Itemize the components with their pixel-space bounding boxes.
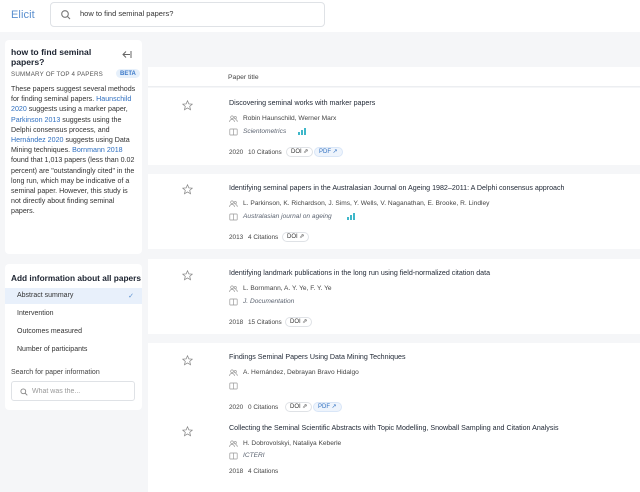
paper-info-search-box[interactable] xyxy=(11,381,135,401)
paper-year: 2018 xyxy=(229,468,244,475)
table-row[interactable]: Discovering seminal works with marker pa… xyxy=(148,88,640,165)
summary-label: SUMMARY OF TOP 4 PAPERS xyxy=(11,71,103,78)
people-icon xyxy=(229,369,238,377)
paper-info-search-label: Search for paper information xyxy=(11,369,100,376)
paper-info-search-input[interactable] xyxy=(32,386,130,397)
add-info-item-outcomes-measured[interactable]: Outcomes measured xyxy=(5,324,142,340)
people-icon xyxy=(229,115,238,123)
add-info-panel: Add information about all papers Abstrac… xyxy=(5,264,142,410)
results-table: Paper title Discovering seminal works wi… xyxy=(148,40,640,492)
summary-question: how to find seminal papers? xyxy=(11,47,92,67)
summary-text: These papers suggest several methods for… xyxy=(11,85,136,216)
pdf-link[interactable]: PDF ↗ xyxy=(313,402,342,412)
summary-panel: how to find seminal papers? SUMMARY OF T… xyxy=(5,40,142,285)
check-icon: ✓ xyxy=(128,293,134,300)
doi-link[interactable]: DOI ⇗ xyxy=(285,402,313,412)
doi-link[interactable]: DOI ⇗ xyxy=(285,317,313,327)
journal-rank-bars-icon xyxy=(347,212,357,220)
paper-title[interactable]: Collecting the Seminal Scientific Abstra… xyxy=(229,424,559,432)
search-box[interactable]: how to find seminal papers? xyxy=(50,2,325,27)
table-row[interactable]: Identifying seminal papers in the Austra… xyxy=(148,174,640,249)
journal-rank-bars-icon xyxy=(298,127,308,135)
top-bar: Elicit how to find seminal papers? xyxy=(0,0,640,32)
journal-icon xyxy=(229,382,238,390)
add-info-title: Add information about all papers xyxy=(11,273,141,283)
table-row[interactable]: Collecting the Seminal Scientific Abstra… xyxy=(148,414,640,492)
journal-icon xyxy=(229,128,238,136)
citation-count: 0 Citations xyxy=(248,404,279,411)
paper-title[interactable]: Identifying landmark publications in the… xyxy=(229,269,490,277)
citation-count: 4 Citations xyxy=(248,468,279,475)
paper-year: 2020 xyxy=(229,404,244,411)
summary-link-hernandez[interactable]: Hernández 2020 xyxy=(11,136,63,144)
star-icon[interactable] xyxy=(182,100,193,111)
paper-year: 2020 xyxy=(229,149,244,156)
search-icon xyxy=(20,388,28,396)
journal-icon xyxy=(229,298,238,306)
paper-title[interactable]: Findings Seminal Papers Using Data Minin… xyxy=(229,353,406,361)
people-icon xyxy=(229,285,238,293)
citation-count: 15 Citations xyxy=(248,319,282,326)
journal-icon xyxy=(229,452,238,460)
column-header-paper-title[interactable]: Paper title xyxy=(228,74,259,81)
people-icon xyxy=(229,440,238,448)
paper-title[interactable]: Identifying seminal papers in the Austra… xyxy=(229,184,564,192)
beta-badge: BETA xyxy=(116,69,140,78)
star-icon[interactable] xyxy=(182,184,193,195)
add-info-item-number-of-participants[interactable]: Number of participants xyxy=(5,342,142,358)
journal-icon xyxy=(229,213,238,221)
citation-count: 4 Citations xyxy=(248,234,279,241)
star-icon[interactable] xyxy=(182,270,193,281)
summary-link-bornmann[interactable]: Bornmann 2018 xyxy=(72,146,122,154)
star-icon[interactable] xyxy=(182,426,193,437)
add-info-item-abstract-summary[interactable]: Abstract summary ✓ xyxy=(5,288,142,304)
app-logo[interactable]: Elicit xyxy=(11,9,35,21)
search-input[interactable]: how to find seminal papers? xyxy=(80,9,173,18)
search-icon xyxy=(61,10,71,20)
citation-count: 10 Citations xyxy=(248,149,282,156)
star-icon[interactable] xyxy=(182,355,193,366)
table-row[interactable]: Findings Seminal Papers Using Data Minin… xyxy=(148,343,640,418)
add-info-item-intervention[interactable]: Intervention xyxy=(5,306,142,322)
doi-link[interactable]: DOI ⇗ xyxy=(282,232,310,242)
paper-year: 2013 xyxy=(229,234,244,241)
collapse-panel-icon[interactable] xyxy=(122,50,132,59)
table-row[interactable]: Identifying landmark publications in the… xyxy=(148,259,640,334)
pdf-link[interactable]: PDF ↗ xyxy=(314,147,343,157)
paper-title[interactable]: Discovering seminal works with marker pa… xyxy=(229,99,375,107)
table-header: Paper title xyxy=(148,67,640,87)
summary-link-parkinson[interactable]: Parkinson 2013 xyxy=(11,116,60,124)
paper-year: 2018 xyxy=(229,319,244,326)
doi-link[interactable]: DOI ⇗ xyxy=(286,147,314,157)
people-icon xyxy=(229,200,238,208)
